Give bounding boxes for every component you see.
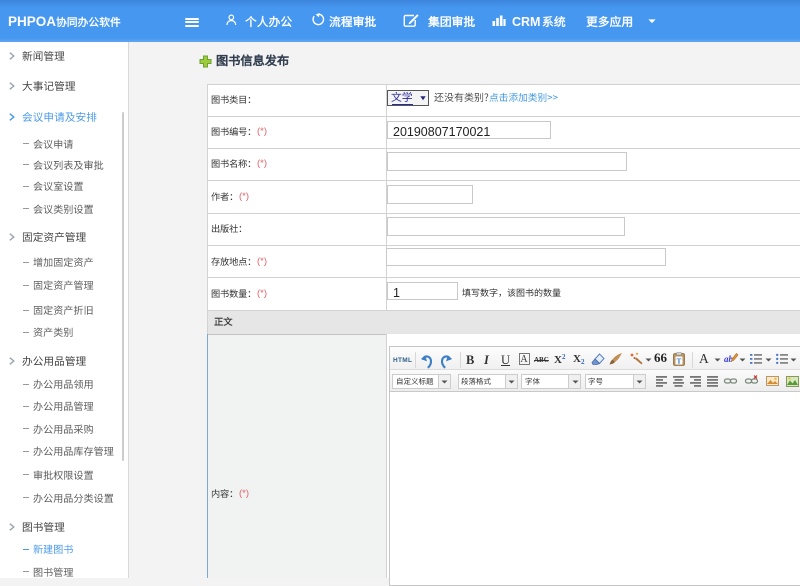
svg-text:T: T	[677, 358, 682, 366]
